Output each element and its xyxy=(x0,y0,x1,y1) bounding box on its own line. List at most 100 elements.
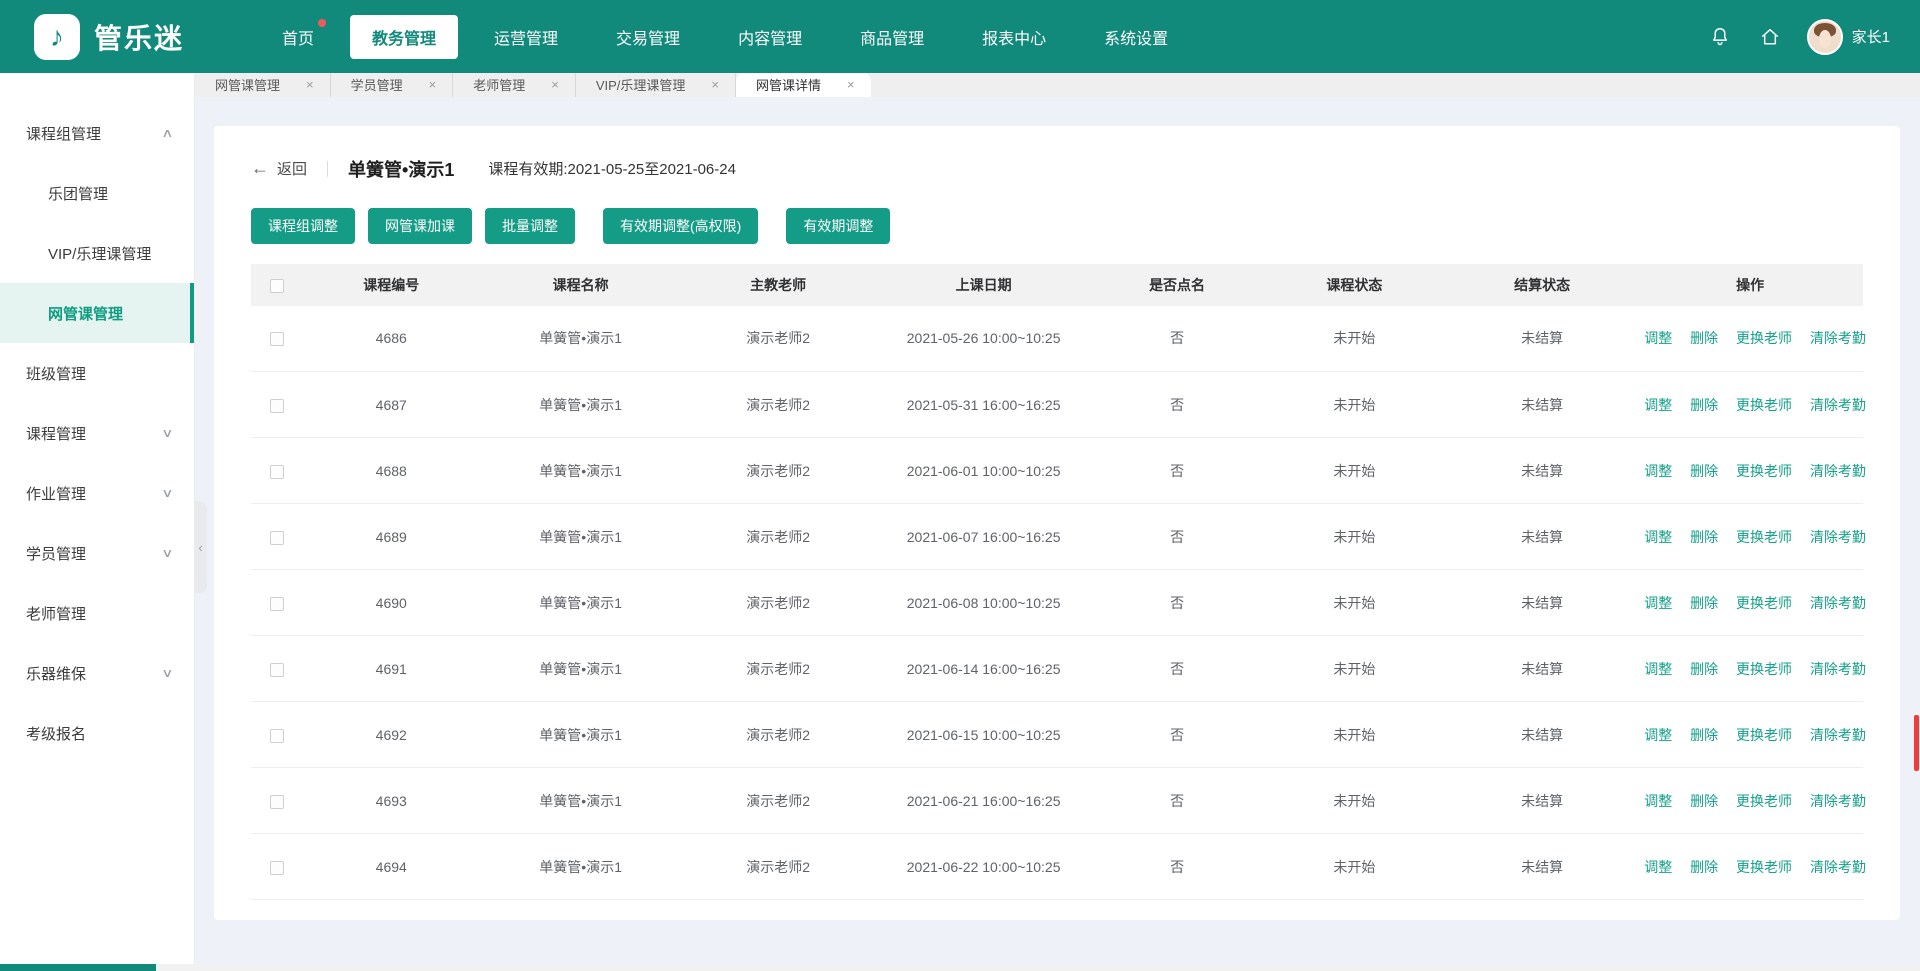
row-checkbox[interactable] xyxy=(270,332,284,346)
cell-teacher: 演示老师2 xyxy=(681,570,874,636)
sidebar-item[interactable]: 学员管理 ∨ xyxy=(0,523,194,583)
change-teacher-link[interactable]: 更换老师 xyxy=(1736,793,1792,809)
row-checkbox[interactable] xyxy=(270,465,284,479)
toolbar-button[interactable]: 有效期调整(高权限) xyxy=(603,208,758,244)
clear-attendance-link[interactable]: 清除考勤 xyxy=(1810,397,1866,413)
sidebar-item[interactable]: 网管课管理 xyxy=(0,283,194,343)
bell-icon[interactable] xyxy=(1707,24,1733,50)
vertical-scrollbar-thumb[interactable] xyxy=(1914,715,1919,771)
adjust-link[interactable]: 调整 xyxy=(1644,793,1672,809)
top-nav-item[interactable]: 系统设置 xyxy=(1082,15,1190,59)
top-nav-item[interactable]: 首页 xyxy=(260,15,336,59)
toolbar-button[interactable]: 课程组调整 xyxy=(251,208,355,244)
clear-attendance-link[interactable]: 清除考勤 xyxy=(1810,727,1866,743)
delete-link[interactable]: 删除 xyxy=(1690,595,1718,611)
top-nav-item[interactable]: 内容管理 xyxy=(716,15,824,59)
page-tab[interactable]: 网管课详情 × xyxy=(736,73,871,97)
clear-attendance-link[interactable]: 清除考勤 xyxy=(1810,595,1866,611)
row-select-cell xyxy=(251,702,303,768)
page-tab-label: 网管课详情 xyxy=(756,75,821,94)
sidebar-item[interactable]: VIP/乐理课管理 xyxy=(0,223,194,283)
user-menu[interactable]: 家长1 xyxy=(1807,19,1890,55)
delete-link[interactable]: 删除 xyxy=(1690,859,1718,875)
adjust-link[interactable]: 调整 xyxy=(1644,463,1672,479)
adjust-link[interactable]: 调整 xyxy=(1644,859,1672,875)
sidebar-item[interactable]: 课程组管理 ∧ xyxy=(0,103,194,163)
sidebar-item[interactable]: 乐器维保 ∨ xyxy=(0,643,194,703)
close-icon[interactable]: × xyxy=(847,77,855,92)
delete-link[interactable]: 删除 xyxy=(1690,793,1718,809)
page-tab[interactable]: 网管课管理 × xyxy=(195,73,331,97)
close-icon[interactable]: × xyxy=(306,77,314,92)
adjust-link[interactable]: 调整 xyxy=(1644,529,1672,545)
horizontal-scrollbar-thumb[interactable] xyxy=(0,964,156,971)
clear-attendance-link[interactable]: 清除考勤 xyxy=(1810,463,1866,479)
adjust-link[interactable]: 调整 xyxy=(1644,330,1672,346)
close-icon[interactable]: × xyxy=(551,77,559,92)
clear-attendance-link[interactable]: 清除考勤 xyxy=(1810,330,1866,346)
close-icon[interactable]: × xyxy=(711,77,719,92)
cell-date: 2021-06-08 10:00~10:25 xyxy=(875,570,1093,636)
sidebar-item-label: 老师管理 xyxy=(26,603,172,624)
row-select-cell xyxy=(251,504,303,570)
toolbar-button[interactable]: 批量调整 xyxy=(485,208,575,244)
toolbar-button[interactable]: 网管课加课 xyxy=(368,208,472,244)
clear-attendance-link[interactable]: 清除考勤 xyxy=(1810,793,1866,809)
page-tab[interactable]: 学员管理 × xyxy=(331,73,454,97)
adjust-link[interactable]: 调整 xyxy=(1644,397,1672,413)
delete-link[interactable]: 删除 xyxy=(1690,529,1718,545)
clear-attendance-link[interactable]: 清除考勤 xyxy=(1810,859,1866,875)
sidebar-item[interactable]: 乐团管理 xyxy=(0,163,194,223)
row-checkbox[interactable] xyxy=(270,399,284,413)
back-button[interactable]: ← 返回 xyxy=(251,158,307,179)
toolbar-button[interactable]: 有效期调整 xyxy=(786,208,890,244)
delete-link[interactable]: 删除 xyxy=(1690,330,1718,346)
clear-attendance-link[interactable]: 清除考勤 xyxy=(1810,661,1866,677)
row-checkbox[interactable] xyxy=(270,861,284,875)
row-checkbox[interactable] xyxy=(270,597,284,611)
delete-link[interactable]: 删除 xyxy=(1690,397,1718,413)
sidebar-item[interactable]: 考级报名 xyxy=(0,703,194,763)
change-teacher-link[interactable]: 更换老师 xyxy=(1736,859,1792,875)
row-checkbox[interactable] xyxy=(270,795,284,809)
top-nav-item[interactable]: 商品管理 xyxy=(838,15,946,59)
delete-link[interactable]: 删除 xyxy=(1690,661,1718,677)
sidebar-item[interactable]: 课程管理 ∨ xyxy=(0,403,194,463)
row-checkbox[interactable] xyxy=(270,729,284,743)
sidebar-item-label: 课程组管理 xyxy=(26,123,163,144)
cell-teacher: 演示老师2 xyxy=(681,636,874,702)
change-teacher-link[interactable]: 更换老师 xyxy=(1736,397,1792,413)
change-teacher-link[interactable]: 更换老师 xyxy=(1736,330,1792,346)
row-checkbox[interactable] xyxy=(270,663,284,677)
top-nav-item[interactable]: 运营管理 xyxy=(472,15,580,59)
page-tab[interactable]: 老师管理 × xyxy=(453,73,576,97)
change-teacher-link[interactable]: 更换老师 xyxy=(1736,661,1792,677)
sidebar-item[interactable]: 老师管理 xyxy=(0,583,194,643)
sidebar-collapse-handle[interactable]: ‹ xyxy=(194,501,207,593)
sidebar-menu: 课程组管理 ∧ 乐团管理 VIP/乐理课管理 网管课管理 xyxy=(0,103,194,763)
close-icon[interactable]: × xyxy=(429,77,437,92)
adjust-link[interactable]: 调整 xyxy=(1644,595,1672,611)
horizontal-scrollbar[interactable] xyxy=(0,964,1920,971)
delete-link[interactable]: 删除 xyxy=(1690,727,1718,743)
clear-attendance-link[interactable]: 清除考勤 xyxy=(1810,529,1866,545)
select-all-checkbox[interactable] xyxy=(270,279,284,293)
page-tab[interactable]: VIP/乐理课管理 × xyxy=(576,73,736,97)
cell-course-id: 4693 xyxy=(303,768,480,834)
change-teacher-link[interactable]: 更换老师 xyxy=(1736,727,1792,743)
change-teacher-link[interactable]: 更换老师 xyxy=(1736,463,1792,479)
sidebar-item[interactable]: 作业管理 ∨ xyxy=(0,463,194,523)
top-navbar: ♪ 管乐迷 首页 教务管理 运营管理 交易管理 xyxy=(0,0,1920,73)
change-teacher-link[interactable]: 更换老师 xyxy=(1736,529,1792,545)
adjust-link[interactable]: 调整 xyxy=(1644,727,1672,743)
app-logo[interactable]: ♪ 管乐迷 xyxy=(34,14,234,60)
sidebar-item[interactable]: 班级管理 xyxy=(0,343,194,403)
row-checkbox[interactable] xyxy=(270,531,284,545)
home-icon[interactable] xyxy=(1757,24,1783,50)
delete-link[interactable]: 删除 xyxy=(1690,463,1718,479)
top-nav-item[interactable]: 报表中心 xyxy=(960,15,1068,59)
adjust-link[interactable]: 调整 xyxy=(1644,661,1672,677)
top-nav-item[interactable]: 教务管理 xyxy=(350,15,458,59)
top-nav-item[interactable]: 交易管理 xyxy=(594,15,702,59)
change-teacher-link[interactable]: 更换老师 xyxy=(1736,595,1792,611)
